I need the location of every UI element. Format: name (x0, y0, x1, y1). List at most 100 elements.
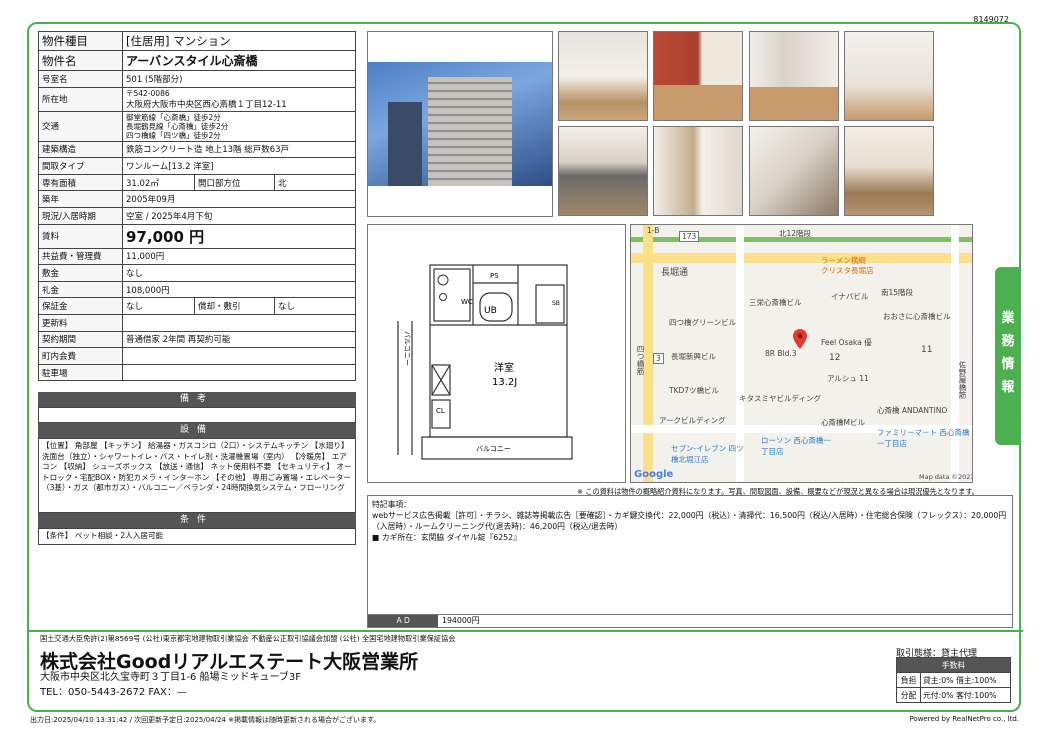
footer-separator (27, 630, 1023, 632)
value: なし (122, 297, 195, 315)
row-community-fee: 町内会費 (38, 347, 356, 365)
value: 108,000円 (122, 280, 356, 299)
label: 所在地 (38, 86, 123, 112)
row-address: 所在地 〒542-0086 大阪府大阪市中央区西心斎橋１丁目12-11 (38, 86, 356, 112)
setsubi-text: 【位置】 角部屋 【キッチン】 給湯器・ガスコンロ（2口）・システムキッチン 【… (38, 438, 356, 513)
label: 町内会費 (38, 347, 123, 365)
value: [住居用] マンション (122, 31, 356, 51)
storage-photo (653, 126, 743, 216)
map-label: 長堀新興ビル (671, 352, 716, 361)
tab-char: 業 (1001, 311, 1015, 326)
value (122, 347, 356, 365)
label: 償却・敷引 (194, 297, 275, 315)
label: 敷金 (38, 264, 123, 282)
label: 物件名 (38, 50, 123, 71)
map-label: イナバビル (831, 292, 869, 301)
row-fee: 共益費・管理費 11,000円 (38, 247, 356, 266)
label: 号室名 (38, 70, 123, 88)
map-label: アルシュ 11 (827, 374, 869, 383)
map-label: 8R Bld.3 (765, 349, 797, 358)
value: 11,000円 (122, 247, 356, 266)
floor-plan-drawing: PS WC UB SB CL 洋室 13.2J バルコニー バルコニー (397, 264, 573, 460)
business-info-tab[interactable]: 業 務 情 報 (995, 267, 1021, 445)
bikou-box (38, 407, 356, 423)
room-photo-2 (653, 31, 743, 121)
balcony-label: バルコニー (476, 445, 511, 453)
map-label: アークビルディング (659, 416, 726, 425)
label: 駐車場 (38, 363, 123, 382)
row-key-money: 礼金 108,000円 (38, 280, 356, 299)
output-date: 出力日:2025/04/10 13:31:42 / 次回更新予定日:2025/0… (30, 716, 381, 724)
value: 普通借家 2年間 再契約可能 (122, 330, 356, 349)
room-photo-1 (558, 31, 648, 121)
address: 大阪府大阪市中央区西心斎橋１丁目12-11 (126, 99, 287, 110)
floor-plan: PS WC UB SB CL 洋室 13.2J バルコニー バルコニー (367, 224, 626, 483)
label: 更新料 (38, 313, 123, 332)
row-area: 専有面積 31.02㎡ 開口部方位 北 (38, 173, 356, 192)
row-rent: 賃料 97,000 円 (38, 223, 356, 249)
row-structure: 建築構造 鉄筋コンクリート造 地上13階 総戸数63戸 (38, 140, 356, 159)
fee-key: 負担 (896, 672, 921, 688)
jouken-header: 条件 (38, 513, 356, 528)
value: なし (274, 297, 356, 315)
ps-label: PS (490, 272, 499, 280)
remarks-line: webサービス広告掲載［許可］・チラシ、雑誌等掲載広告［要確認］・カギ鍵交換代：… (372, 511, 1007, 531)
map-label: セブン-イレブン 四ツ橋北堀江店 (671, 444, 744, 464)
row-transport: 交通 御堂筋線「心斎橋」徒歩2分 長堀鶴見線「心斎橋」徒歩2分 四つ橋線「四ツ橋… (38, 110, 356, 142)
fee-value: 貸主:0% 借主:100% (920, 672, 1011, 688)
row-room: 号室名 501 (5階部分) (38, 70, 356, 88)
map-label: キタスミヤビルディング (739, 394, 821, 403)
entrance-photo (749, 126, 839, 216)
map-label: Feel Osaka 優 (821, 338, 872, 347)
map-label: ファミリーマート 西心斎橋一丁目店 (877, 428, 970, 448)
rent-price: 97,000 円 (122, 223, 356, 249)
setsubi-header: 設備 (38, 423, 356, 438)
value (122, 313, 356, 332)
value: なし (122, 264, 356, 282)
row-parking: 駐車場 (38, 363, 356, 382)
label: 賃料 (38, 223, 123, 249)
label: 交通 (38, 110, 123, 142)
map-label: 心斎橋Mビル (821, 418, 865, 427)
route-shield: 3 (653, 353, 664, 364)
label: 現況/入居時期 (38, 206, 123, 225)
map-label: 12 (829, 353, 841, 363)
room-label: 洋室 (494, 361, 514, 374)
map-label: 長堀通 (661, 268, 689, 278)
map-attribution: Map data ©2023 (919, 473, 973, 481)
ub-label: UB (484, 306, 497, 316)
room-size: 13.2J (492, 377, 517, 388)
label: 間取タイプ (38, 157, 123, 175)
transport-line: 四つ橋線「四ツ橋」徒歩2分 (126, 130, 221, 140)
transport-line: 御堂筋線「心斎橋」徒歩2分 (126, 112, 221, 122)
row-deposit: 敷金 なし (38, 264, 356, 282)
value: 空室 / 2025年4月下旬 (122, 206, 356, 225)
transport-line: 長堀鶴見線「心斎橋」徒歩2分 (126, 121, 229, 131)
license-info: 国土交通大臣免許(2)第8569号 (公社)東京都宅地建物取引業協会 不動産公正… (40, 634, 456, 643)
row-name: 物件名 アーバンスタイル心斎橋 (38, 50, 356, 71)
room-photo-4 (844, 31, 934, 121)
label: 礼金 (38, 280, 123, 299)
row-type: 物件種目 [住居用] マンション (38, 31, 356, 51)
value: 501 (5階部分) (122, 70, 356, 88)
label: 契約期間 (38, 330, 123, 349)
label: 開口部方位 (194, 173, 275, 192)
label: 保証金 (38, 297, 123, 315)
room-photo-3 (749, 31, 839, 121)
postal-code: 〒542-0086 (126, 88, 170, 98)
special-remarks: 特記事項： webサービス広告掲載［許可］・チラシ、雑誌等掲載広告［要確認］・カ… (367, 495, 1013, 628)
ad-value: 194000円 (442, 616, 480, 625)
route-shield: 173 (679, 231, 700, 242)
map-label: 三栄心斎橋ビル (749, 298, 802, 307)
building-photo (367, 31, 553, 217)
wc-label: WC (461, 298, 473, 306)
value: 31.02㎡ (122, 173, 195, 192)
ad-row: ＡＤ 194000円 (367, 614, 1013, 628)
location-map[interactable]: 1-B 北12階段 長堀通 ラーメン横綱 クリスタ長堀店 イナバビル 南15階段… (630, 224, 973, 483)
side-balcony-label: バルコニー (403, 331, 411, 366)
label: 建築構造 (38, 140, 123, 159)
fee-value: 元付:0% 客付:100% (920, 687, 1011, 703)
map-label: 四つ橋グリーンビル (669, 318, 737, 327)
label: 築年 (38, 190, 123, 208)
fee-key: 分配 (896, 687, 921, 703)
